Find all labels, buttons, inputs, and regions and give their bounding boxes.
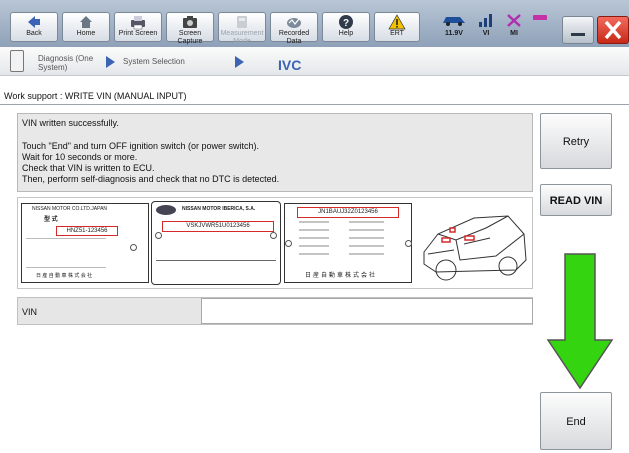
message-line-5: Then, perform self-diagnosis and check t… xyxy=(22,174,280,184)
title-divider xyxy=(0,104,629,105)
china-plate-vin: JN1BAUJ32Z0123456 xyxy=(297,207,399,218)
diagnosis-device-icon xyxy=(10,50,24,72)
vin-label: VIN xyxy=(22,307,38,317)
print-screen-button[interactable]: Print Screen xyxy=(114,12,162,42)
vin-location-marker xyxy=(441,237,451,243)
plate-text-lines xyxy=(299,221,384,255)
japan-plate-vin: HNZ51-123456 xyxy=(56,226,118,236)
vin-location-marker xyxy=(449,227,456,233)
home-button[interactable]: Home xyxy=(62,12,110,42)
meter-icon xyxy=(219,14,265,30)
help-icon: ? xyxy=(323,14,369,30)
page-title: Work support : WRITE VIN (MANUAL INPUT) xyxy=(4,91,187,101)
mi-status: MI xyxy=(502,12,526,37)
back-button[interactable]: Back xyxy=(10,12,58,42)
china-vin-plate: JN1BAUJ32Z0123456 日産自動車株式会社 xyxy=(284,203,412,283)
recorded-data-icon xyxy=(271,14,317,30)
read-vin-button[interactable]: READ VIN xyxy=(540,184,612,216)
help-button[interactable]: ? Help xyxy=(322,12,370,42)
iberica-plate-vin: VSKJVWR51U0123456 xyxy=(162,221,274,232)
print-screen-label: Print Screen xyxy=(118,30,158,37)
voltage-value: 11.9V xyxy=(445,30,463,37)
vi-label: VI xyxy=(482,30,490,37)
japan-plate-fields xyxy=(26,238,106,268)
vin-location-marker xyxy=(464,235,475,241)
rivet-icon xyxy=(285,240,292,247)
breadcrumb-arrow-icon xyxy=(106,56,115,68)
vi-status: VI xyxy=(474,12,498,37)
message-line-2: Touch "End" and turn OFF ignition switch… xyxy=(22,141,259,151)
suv-icon xyxy=(423,215,527,281)
measurement-mode-button[interactable]: Measurement Mode xyxy=(218,12,266,45)
vin-input[interactable] xyxy=(201,298,533,324)
message-box: VIN written successfully. Touch "End" an… xyxy=(17,113,533,192)
japan-plate-footer: 日 産 自 動 車 株 式 会 社 xyxy=(36,273,93,279)
rivet-icon xyxy=(405,240,412,247)
rivet-icon xyxy=(155,232,162,239)
vehicle-illustration xyxy=(416,200,530,288)
breadcrumb-diagnosis[interactable]: Diagnosis (One System) xyxy=(38,54,94,72)
car-icon xyxy=(443,17,465,26)
svg-text:?: ? xyxy=(343,18,349,29)
back-arrow-icon xyxy=(11,14,57,30)
mi-label: MI xyxy=(510,30,518,37)
iberica-vin-plate: NISSAN MOTOR IBERICA, S.A. VSKJVWR51U012… xyxy=(151,201,281,285)
japan-plate-kanji: 型 式 xyxy=(44,217,58,223)
status-area: 11.9V VI MI xyxy=(438,12,578,44)
minimize-icon xyxy=(571,33,585,36)
vin-plate-examples: NISSAN MOTOR CO.LTD.JAPAN 型 式 HNZ51-1234… xyxy=(17,197,533,289)
breadcrumb-current: IVC xyxy=(278,57,302,73)
japan-vin-plate: NISSAN MOTOR CO.LTD.JAPAN 型 式 HNZ51-1234… xyxy=(21,203,149,283)
minimize-button[interactable] xyxy=(562,16,594,44)
disconnected-x-icon xyxy=(507,14,521,27)
screen-capture-label: Screen Capture xyxy=(177,30,203,45)
recorded-data-label: Recorded Data xyxy=(278,30,310,45)
warning-button[interactable]: ERT xyxy=(374,12,420,42)
camera-icon xyxy=(167,14,213,30)
recorded-data-button[interactable]: Recorded Data xyxy=(270,12,318,45)
breadcrumb: Diagnosis (One System) System Selection … xyxy=(0,47,629,76)
close-button[interactable] xyxy=(597,16,629,44)
printer-icon xyxy=(115,14,161,30)
breadcrumb-system-selection[interactable]: System Selection xyxy=(123,57,185,66)
rivet-icon xyxy=(270,232,277,239)
green-down-arrow xyxy=(545,252,615,390)
toolbar: Back Home Print Screen Screen Capture Me… xyxy=(0,0,629,48)
message-line-3: Wait for 10 seconds or more. xyxy=(22,152,138,162)
message-line-1: VIN written successfully. xyxy=(22,118,119,128)
home-label: Home xyxy=(76,30,96,37)
close-icon xyxy=(604,20,622,40)
japan-plate-header: NISSAN MOTOR CO.LTD.JAPAN xyxy=(32,206,108,212)
breadcrumb-arrow-icon xyxy=(235,56,244,68)
china-plate-footer: 日産自動車株式会社 xyxy=(305,273,378,279)
help-label: Help xyxy=(338,30,354,37)
warning-icon xyxy=(375,14,419,30)
warning-label: ERT xyxy=(390,30,404,37)
measurement-mode-label: Measurement Mode xyxy=(220,30,264,45)
indicator-status xyxy=(530,12,550,30)
nissan-logo xyxy=(156,205,176,215)
iberica-plate-header: NISSAN MOTOR IBERICA, S.A. xyxy=(182,206,256,212)
signal-bars-icon xyxy=(479,14,492,27)
end-button[interactable]: End xyxy=(540,392,612,450)
china-plate-fields xyxy=(289,218,407,264)
message-line-4: Check that VIN is written to ECU. xyxy=(22,163,155,173)
indicator-bar-icon xyxy=(533,15,547,20)
iberica-plate-fields xyxy=(156,260,276,281)
home-icon xyxy=(63,14,109,30)
retry-button[interactable]: Retry xyxy=(540,113,612,169)
app-root: Back Home Print Screen Screen Capture Me… xyxy=(0,0,629,453)
rivet-icon xyxy=(130,244,137,251)
battery-status: 11.9V xyxy=(438,12,470,37)
back-label: Back xyxy=(26,30,42,37)
down-arrow-icon xyxy=(546,253,614,390)
screen-capture-button[interactable]: Screen Capture xyxy=(166,12,214,45)
